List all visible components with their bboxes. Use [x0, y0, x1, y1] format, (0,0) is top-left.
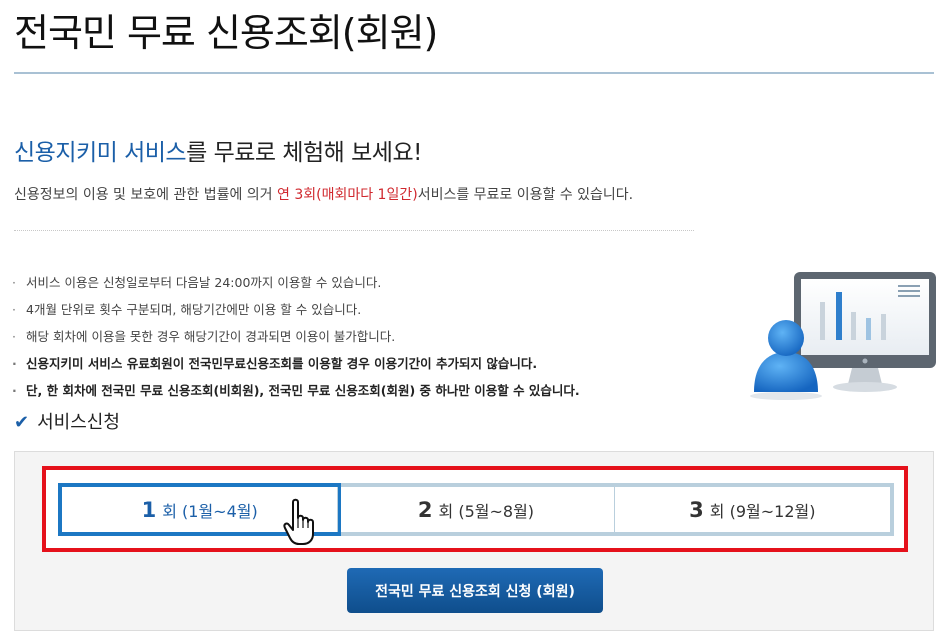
hand-pointer-icon	[283, 498, 314, 545]
page-title: 전국민 무료 신용조회(회원)	[14, 11, 438, 55]
notice-text: 해당 회차에 이용을 못한 경우 해당기간이 경과되면 이용이 불가합니다.	[26, 329, 396, 344]
notice-bullet: ·	[12, 383, 17, 398]
desc-text-before: 신용정보의 이용 및 보호에 관한 법률에 의거	[14, 187, 277, 203]
intro-description: 신용정보의 이용 및 보호에 관한 법률에 의거 연 3회(매회마다 1일간)서…	[14, 184, 633, 204]
notice-bullet: ·	[12, 275, 16, 290]
apply-button[interactable]: 전국민 무료 신용조회 신청 (회원)	[347, 568, 603, 613]
notice-item: · 해당 회차에 이용을 못한 경우 해당기간이 경과되면 이용이 불가합니다.	[12, 326, 580, 353]
checkmark-icon: ✔	[14, 412, 30, 433]
round-label: 회 (1월~4월)	[162, 501, 258, 521]
headline-text: 를 무료로 체험해 보세요!	[186, 140, 422, 166]
notice-bullet: ·	[12, 329, 16, 344]
service-section-title: ✔ 서비스신청	[14, 408, 120, 434]
headline-service-name: 신용지키미 서비스	[14, 140, 187, 166]
notice-item: · 서비스 이용은 신청일로부터 다음날 24:00까지 이용할 수 있습니다.	[12, 272, 580, 299]
round-number: 1	[141, 497, 157, 522]
notice-item: · 4개월 단위로 횟수 구분되며, 해당기간에만 이용 할 수 있습니다.	[12, 299, 580, 326]
desc-highlight: 연 3회(매회마다 1일간)	[277, 187, 418, 203]
round-tab-2[interactable]: 2회 (5월~8월)	[337, 487, 613, 532]
user-monitor-illustration-icon	[750, 272, 936, 400]
intro-headline: 신용지키미 서비스를 무료로 체험해 보세요!	[14, 133, 422, 167]
round-selector: 1회 (1월~4월) 2회 (5월~8월) 3회 (9월~12월)	[58, 483, 894, 536]
notice-bullet: ·	[12, 302, 16, 317]
notice-item: · 신용지키미 서비스 유료회원이 전국민무료신용조회를 이용할 경우 이용기간이…	[12, 353, 580, 380]
section-title-text: 서비스신청	[37, 412, 120, 433]
round-label: 회 (5월~8월)	[438, 501, 535, 521]
round-label: 회 (9월~12월)	[709, 501, 816, 521]
notice-text: 4개월 단위로 횟수 구분되며, 해당기간에만 이용 할 수 있습니다.	[26, 302, 362, 317]
round-tab-3[interactable]: 3회 (9월~12월)	[613, 487, 890, 532]
desc-text-after: 서비스를 무료로 이용할 수 있습니다.	[417, 187, 634, 203]
notice-text: 신용지키미 서비스 유료회원이 전국민무료신용조회를 이용할 경우 이용기간이 …	[26, 356, 538, 371]
title-divider	[14, 72, 934, 74]
notice-list: · 서비스 이용은 신청일로부터 다음날 24:00까지 이용할 수 있습니다. …	[12, 272, 580, 407]
notice-item: · 단, 한 회차에 전국민 무료 신용조회(비회원), 전국민 무료 신용조회(…	[12, 380, 580, 407]
dotted-divider	[14, 230, 694, 231]
notice-bullet: ·	[12, 356, 17, 371]
round-number: 3	[689, 497, 704, 522]
notice-text: 단, 한 회차에 전국민 무료 신용조회(비회원), 전국민 무료 신용조회(회…	[26, 383, 580, 398]
round-number: 2	[417, 497, 433, 522]
notice-text: 서비스 이용은 신청일로부터 다음날 24:00까지 이용할 수 있습니다.	[26, 275, 382, 290]
